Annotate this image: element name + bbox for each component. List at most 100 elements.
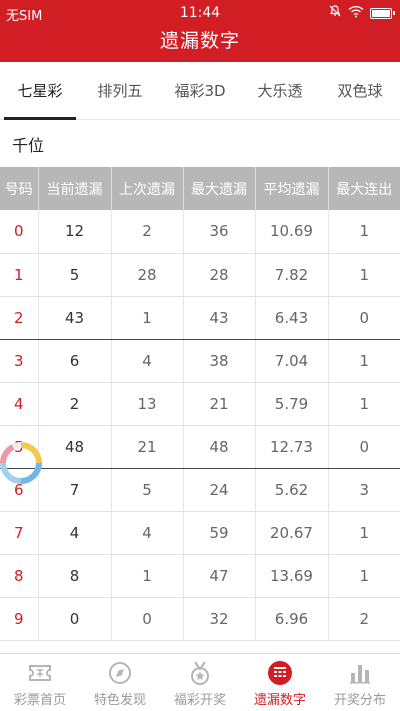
tab-shuangseqiu[interactable]: 双色球 [320,62,400,120]
cell-average: 6.43 [255,296,329,340]
bottom-nav: 彩票首页 特色发现 福彩开奖 遗漏数字 开奖分布 [0,653,400,711]
cell-last: 4 [111,511,184,555]
table-row: 3 6 4 38 7.04 1 [0,339,400,383]
cell-max: 47 [183,554,256,598]
cell-average: 10.69 [255,210,329,254]
cell-max: 38 [183,339,256,383]
tab-qixingcai[interactable]: 七星彩 [0,62,80,120]
header-number: 号码 [0,167,39,210]
cell-last: 21 [111,425,184,469]
cell-current: 5 [38,253,112,297]
medal-icon [187,660,213,686]
header-max-missing: 最大遗漏 [183,167,256,210]
cell-average: 5.62 [255,468,329,512]
cell-max: 36 [183,210,256,254]
cell-number: 1 [0,253,39,297]
cell-consecutive: 1 [328,382,400,426]
cell-number: 3 [0,339,39,383]
page-title: 遗漏数字 [0,26,400,62]
table-header-row: 号码 当前遗漏 上次遗漏 最大遗漏 平均遗漏 最大连出 [0,167,400,210]
table-row: 6 7 5 24 5.62 3 [0,468,400,512]
cell-last: 4 [111,339,184,383]
table-row: 7 4 4 59 20.67 1 [0,511,400,555]
lottery-tabs: 七星彩 排列五 福彩3D 大乐透 双色球 [0,62,400,120]
table-row: 8 8 1 47 13.69 1 [0,554,400,598]
header-max-consecutive: 最大连出 [328,167,400,210]
cell-number: 7 [0,511,39,555]
table-row: 1 5 28 28 7.82 1 [0,253,400,297]
section-title: 千位 [12,136,45,155]
cell-current: 8 [38,554,112,598]
wifi-icon [348,5,364,22]
cell-max: 32 [183,597,256,641]
mute-icon [328,4,342,22]
cell-current: 48 [38,425,112,469]
table-row: 5 48 21 48 12.73 0 [0,425,400,469]
nav-label: 福彩开奖 [173,693,226,708]
cell-consecutive: 3 [328,468,400,512]
nav-label: 彩票首页 [13,693,66,708]
bar-chart-icon [347,660,373,686]
grid-list-icon [267,660,293,686]
cell-consecutive: 1 [328,253,400,297]
cell-consecutive: 0 [328,296,400,340]
cell-current: 6 [38,339,112,383]
cell-consecutive: 1 [328,210,400,254]
cell-number: 4 [0,382,39,426]
cell-number: 2 [0,296,39,340]
cell-average: 6.96 [255,597,329,641]
cell-current: 0 [38,597,112,641]
cell-current: 7 [38,468,112,512]
cell-max: 24 [183,468,256,512]
tab-pailiewu[interactable]: 排列五 [80,62,160,120]
cell-last: 1 [111,554,184,598]
cell-current: 12 [38,210,112,254]
nav-missing-numbers[interactable]: 遗漏数字 [240,654,320,711]
cell-last: 0 [111,597,184,641]
cell-last: 5 [111,468,184,512]
nav-discover[interactable]: 特色发现 [80,654,160,711]
missing-number-table: 号码 当前遗漏 上次遗漏 最大遗漏 平均遗漏 最大连出 0 12 2 36 10… [0,167,400,641]
header-average-missing: 平均遗漏 [255,167,329,210]
cell-max: 59 [183,511,256,555]
table-row: 9 0 0 32 6.96 2 [0,597,400,641]
cell-average: 12.73 [255,425,329,469]
cell-last: 28 [111,253,184,297]
table-row: 2 43 1 43 6.43 0 [0,296,400,340]
battery-icon [370,7,395,19]
cell-last: 2 [111,210,184,254]
cell-max: 21 [183,382,256,426]
cell-average: 7.04 [255,339,329,383]
nav-label: 开奖分布 [333,693,386,708]
nav-welfare-draw[interactable]: 福彩开奖 [160,654,240,711]
floating-ring-button[interactable] [0,440,44,486]
header-last-missing: 上次遗漏 [111,167,184,210]
cell-consecutive: 2 [328,597,400,641]
nav-draw-distribution[interactable]: 开奖分布 [320,654,400,711]
cell-number: 9 [0,597,39,641]
cell-max: 43 [183,296,256,340]
cell-max: 28 [183,253,256,297]
cell-consecutive: 0 [328,425,400,469]
status-bar: 无SIM 11:44 [0,0,400,26]
cell-consecutive: 1 [328,554,400,598]
lottery-ticket-icon [27,660,53,686]
cell-current: 43 [38,296,112,340]
cell-consecutive: 1 [328,339,400,383]
status-icons [328,4,395,22]
cell-number: 0 [0,210,39,254]
cell-average: 5.79 [255,382,329,426]
cell-average: 7.82 [255,253,329,297]
cell-number: 8 [0,554,39,598]
tab-fucai3d[interactable]: 福彩3D [160,62,240,120]
cell-last: 13 [111,382,184,426]
cell-average: 13.69 [255,554,329,598]
table-row: 0 12 2 36 10.69 1 [0,210,400,254]
nav-label: 特色发现 [93,693,146,708]
cell-average: 20.67 [255,511,329,555]
cell-consecutive: 1 [328,511,400,555]
nav-lottery-home[interactable]: 彩票首页 [0,654,80,711]
table-row: 4 2 13 21 5.79 1 [0,382,400,426]
nav-label: 遗漏数字 [253,693,306,708]
tab-daletou[interactable]: 大乐透 [240,62,320,120]
